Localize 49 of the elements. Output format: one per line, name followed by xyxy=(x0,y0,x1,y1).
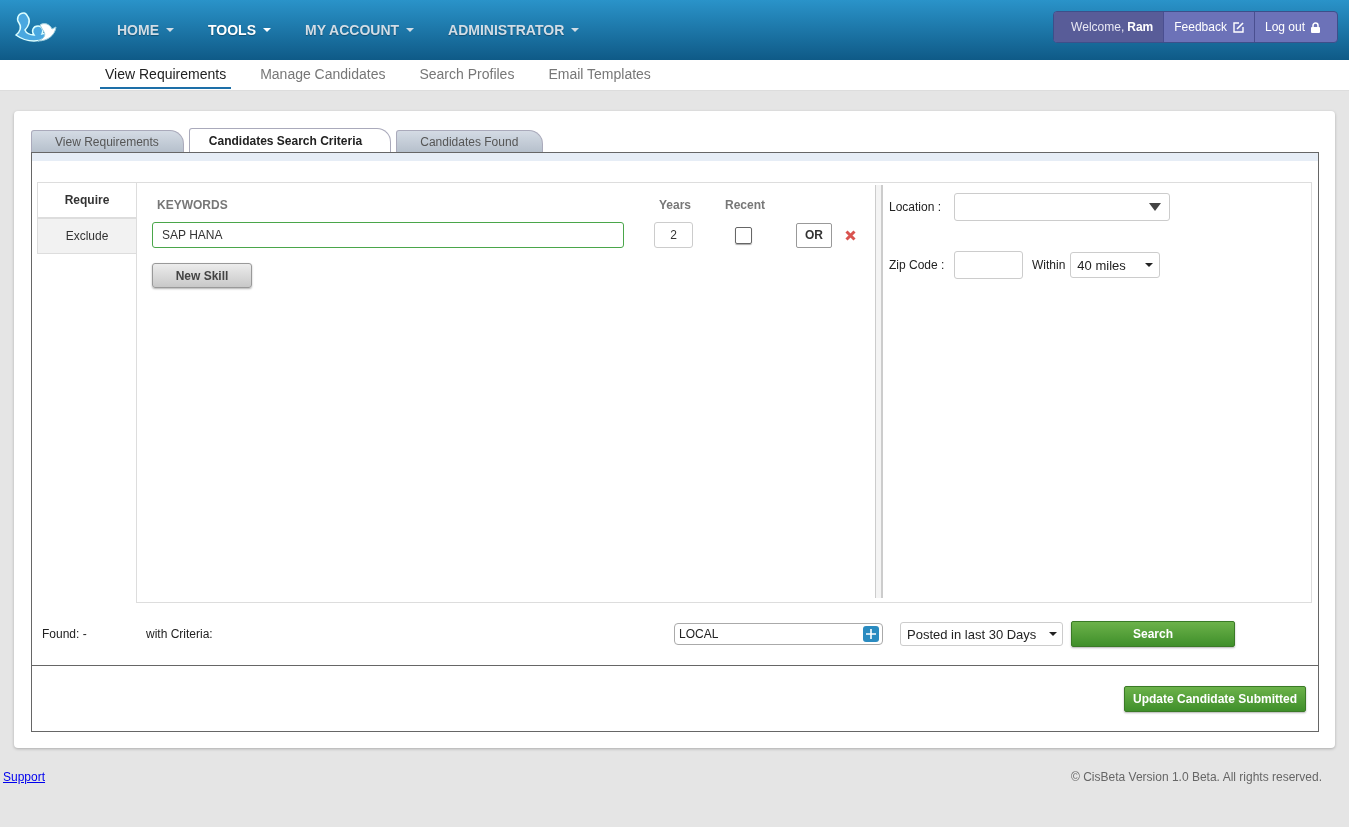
column-header: Years xyxy=(659,198,693,212)
subnav-link[interactable]: Email Templates xyxy=(543,60,656,89)
field-label: Location : xyxy=(889,200,943,214)
caret-icon xyxy=(571,28,580,32)
keyword-field[interactable]: SAP HANA xyxy=(152,222,624,248)
search-button[interactable]: Search xyxy=(1071,621,1235,647)
caret-icon xyxy=(406,28,415,32)
copyright-text: © CisBeta Version 1.0 Beta. All rights reserved. xyxy=(1071,770,1322,784)
nav-menu-item[interactable]: MY ACCOUNT xyxy=(304,22,415,38)
recent-checkbox[interactable] xyxy=(735,226,752,244)
subnav-link[interactable]: Search Profiles xyxy=(414,60,520,89)
zip-code-field[interactable] xyxy=(954,251,1023,279)
field-label: Zip Code : xyxy=(889,258,946,272)
posted-dropdown[interactable]: Posted in last 30 Days xyxy=(900,622,1063,646)
field-label: Within xyxy=(1032,258,1066,272)
distance-dropdown[interactable]: 40 miles xyxy=(1070,252,1161,278)
nav-menu-item[interactable]: TOOLS xyxy=(208,22,271,38)
plus-icon[interactable] xyxy=(863,626,879,642)
tab[interactable]: Candidates Found xyxy=(396,130,544,152)
criteria-label: with Criteria: xyxy=(146,627,214,641)
caret-icon xyxy=(166,28,174,32)
welcome-text: Welcome, Ram xyxy=(1054,12,1164,42)
nav-menu-item[interactable]: ADMINISTRATOR xyxy=(448,22,580,38)
update-candidate-button[interactable]: Update Candidate Submitted xyxy=(1124,685,1306,712)
subnav-link[interactable]: View Requirements xyxy=(100,60,232,89)
operator-button[interactable]: OR xyxy=(796,222,832,248)
years-field[interactable]: 2 xyxy=(654,222,693,248)
new-skill-button[interactable]: New Skill xyxy=(152,263,252,288)
found-count-text: Found: - xyxy=(42,627,88,641)
caret-icon xyxy=(1049,632,1057,636)
delete-icon[interactable] xyxy=(845,229,856,241)
column-header: Recent xyxy=(725,198,765,212)
splitter-handle[interactable] xyxy=(875,185,883,598)
lock-icon xyxy=(1311,21,1320,33)
support-link[interactable]: Support xyxy=(3,770,46,784)
caret-icon xyxy=(1145,263,1154,267)
nav-menu-item[interactable]: HOME xyxy=(117,22,174,38)
tab[interactable]: Candidates Search Criteria xyxy=(188,128,392,152)
caret-icon xyxy=(262,28,271,32)
edit-icon xyxy=(1232,21,1244,33)
column-header: KEYWORDS xyxy=(157,198,229,212)
tab[interactable]: View Requirements xyxy=(31,130,184,152)
side-tab[interactable]: Require xyxy=(37,182,136,218)
source-field[interactable]: LOCAL xyxy=(674,623,883,645)
logout-link[interactable]: Log out xyxy=(1253,12,1337,42)
feedback-link[interactable]: Feedback xyxy=(1163,12,1254,42)
subnav-link[interactable]: Manage Candidates xyxy=(255,60,391,89)
side-tab[interactable]: Exclude xyxy=(37,218,136,254)
dropdown-arrow-icon xyxy=(1149,203,1161,211)
